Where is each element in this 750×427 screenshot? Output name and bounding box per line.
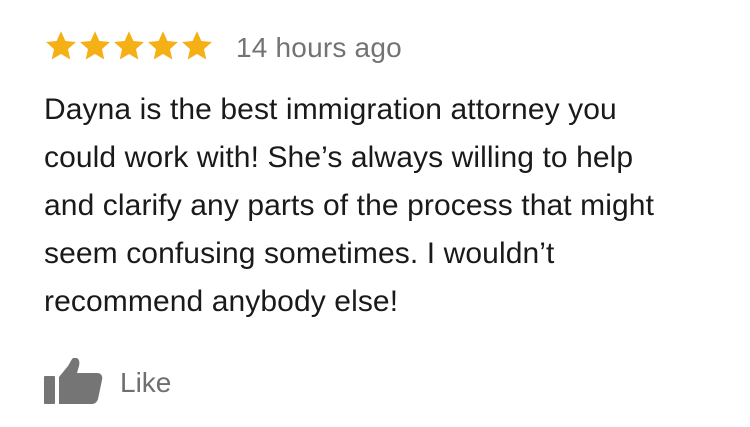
review-text-line: seem confusing sometimes. I wouldn’t [44, 237, 555, 270]
like-button[interactable]: Like [44, 358, 171, 404]
thumbs-up-icon [44, 358, 103, 404]
star-icon [46, 31, 76, 60]
review-timestamp: 14 hours ago [236, 32, 402, 63]
review-text: Dayna is the best immigration attorney y… [44, 86, 734, 326]
review-text-line: and clarify any parts of the process tha… [44, 189, 655, 222]
review-text-line: Dayna is the best immigration attorney y… [44, 93, 617, 126]
review-text-line: recommend anybody else! [44, 285, 399, 318]
review-header: 14 hours ago [44, 24, 402, 68]
like-label: Like [120, 367, 172, 398]
star-icon [182, 31, 212, 60]
review-text-line: could work with! She’s always willing to… [44, 141, 634, 174]
review-card: 14 hours ago Dayna is the best immigrati… [0, 0, 750, 427]
star-rating [44, 29, 214, 63]
star-icon [148, 31, 178, 60]
star-icon [114, 31, 144, 60]
star-icon [80, 31, 110, 60]
